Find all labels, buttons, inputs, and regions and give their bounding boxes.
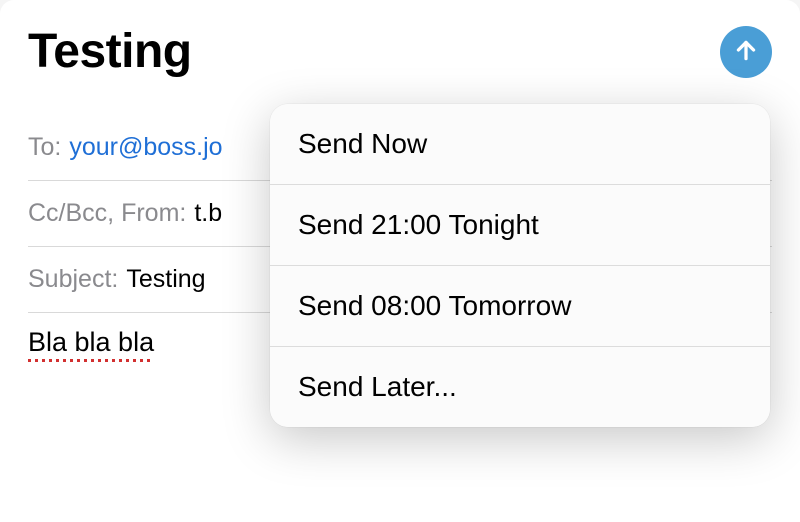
send-options-popover: Send Now Send 21:00 Tonight Send 08:00 T… [270, 104, 770, 427]
to-label: To: [28, 133, 61, 162]
compose-sheet: Testing To: your@boss.jo Cc/Bcc, From: t… [0, 0, 800, 522]
arrow-up-icon [733, 37, 759, 66]
to-value[interactable]: your@boss.jo [69, 133, 222, 162]
send-button[interactable] [720, 26, 772, 78]
body-text[interactable]: Bla bla bla [28, 313, 154, 358]
send-option-now[interactable]: Send Now [270, 104, 770, 185]
ccbccfrom-label: Cc/Bcc, From: [28, 199, 186, 228]
subject-label: Subject: [28, 265, 118, 294]
send-option-later[interactable]: Send Later... [270, 347, 770, 427]
compose-title: Testing [28, 24, 192, 79]
compose-header: Testing [28, 24, 772, 79]
subject-value[interactable]: Testing [126, 265, 205, 294]
send-option-tonight[interactable]: Send 21:00 Tonight [270, 185, 770, 266]
ccbccfrom-value: t.b [194, 199, 222, 228]
send-option-tomorrow[interactable]: Send 08:00 Tomorrow [270, 266, 770, 347]
